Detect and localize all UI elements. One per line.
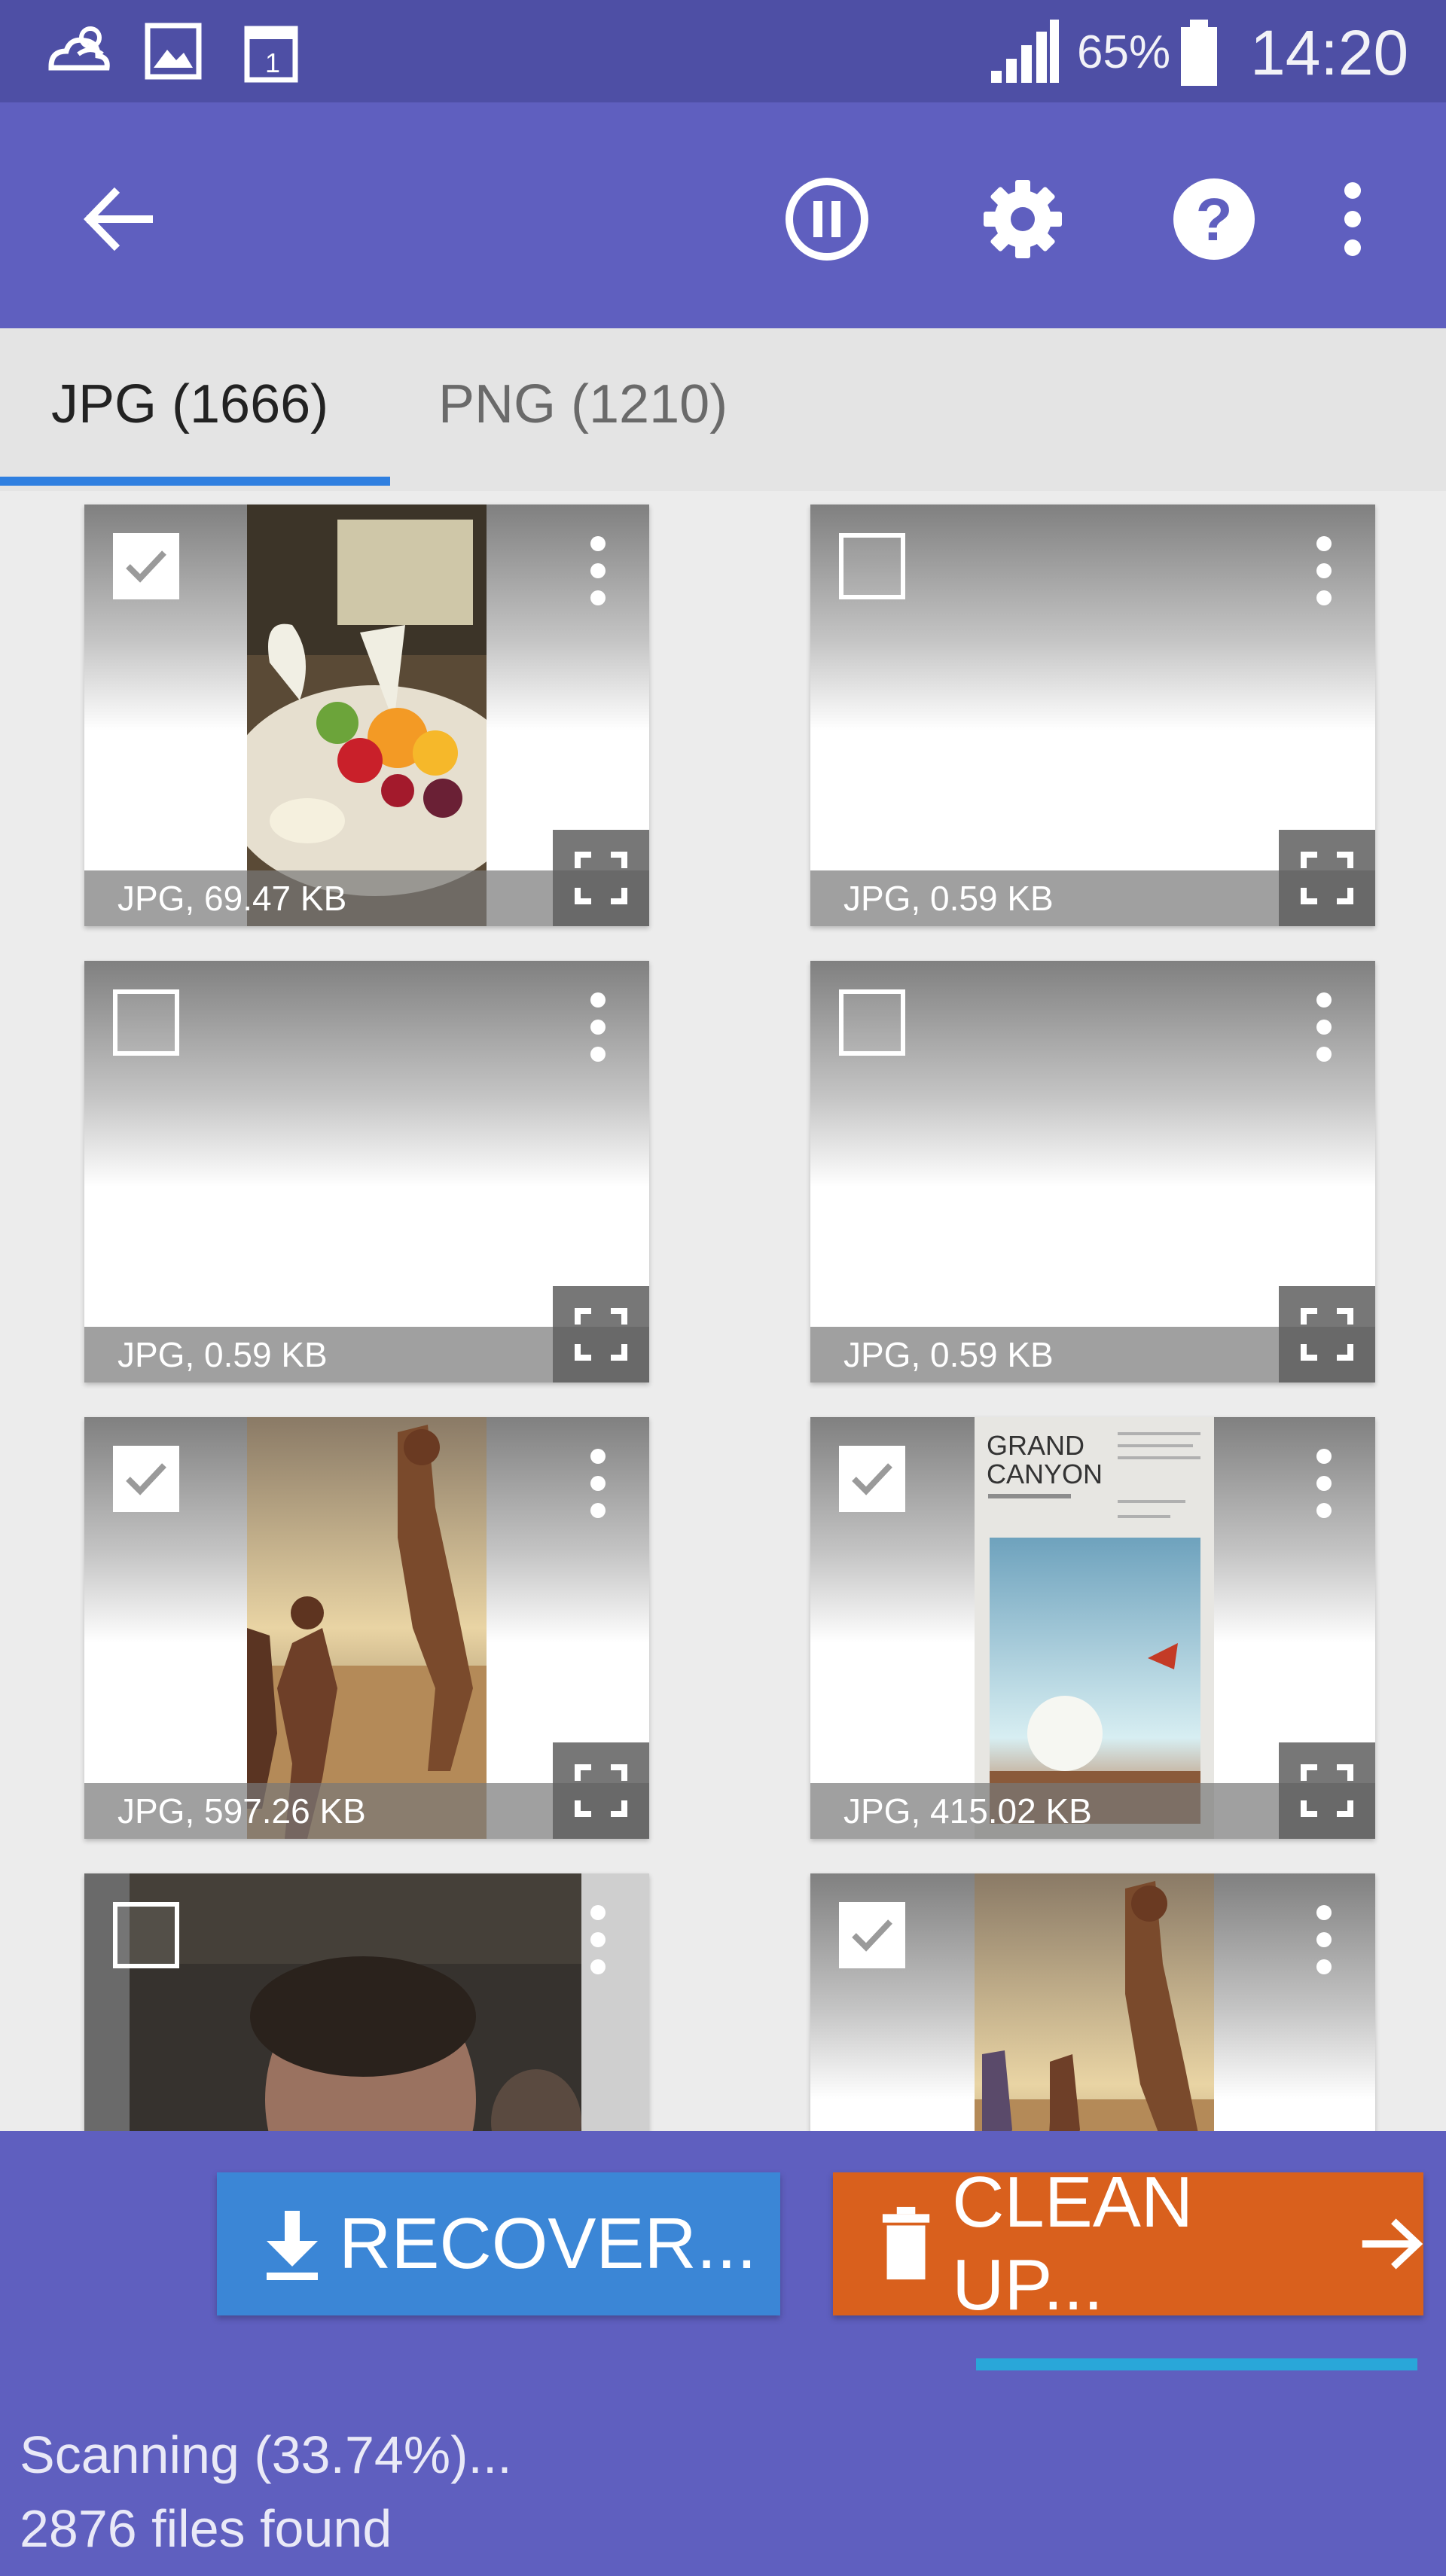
fullscreen-icon — [1301, 852, 1353, 904]
fullscreen-icon — [1301, 1308, 1353, 1361]
svg-text:?: ? — [1196, 186, 1233, 253]
back-button[interactable] — [72, 174, 163, 264]
fullscreen-button[interactable] — [1279, 1286, 1375, 1383]
tab-jpg[interactable]: JPG (1666) — [51, 373, 328, 435]
file-card[interactable]: JPG, 0.59 KB — [810, 961, 1375, 1383]
card-menu-icon[interactable] — [1309, 1446, 1339, 1521]
pause-button[interactable] — [782, 174, 872, 264]
fullscreen-button[interactable] — [553, 830, 649, 926]
select-checkbox[interactable] — [839, 989, 905, 1056]
recover-button[interactable]: RECOVER... — [217, 2172, 780, 2315]
card-menu-icon[interactable] — [1309, 533, 1339, 608]
fullscreen-button[interactable] — [553, 1742, 649, 1839]
fullscreen-button[interactable] — [1279, 830, 1375, 926]
checkmark-icon — [126, 1463, 166, 1495]
settings-button[interactable] — [978, 174, 1068, 264]
download-icon — [267, 2211, 318, 2280]
recover-label: RECOVER... — [339, 2203, 757, 2284]
select-checkbox[interactable] — [113, 989, 179, 1056]
card-menu-icon[interactable] — [583, 1446, 613, 1521]
file-label: JPG, 0.59 KB — [844, 879, 1054, 918]
clean-up-button[interactable]: CLEAN UP... — [833, 2162, 1423, 2325]
signal-icon — [991, 20, 1059, 83]
tab-indicator — [0, 477, 390, 486]
image-icon — [145, 23, 202, 80]
overflow-menu-button[interactable] — [1315, 174, 1390, 264]
help-icon: ? — [1173, 178, 1255, 260]
file-card[interactable] — [84, 1873, 649, 2131]
status-bar: 1 65% 14:20 — [0, 0, 1446, 102]
file-card[interactable]: GRAND CANYON JPG, 415.02 KB — [810, 1417, 1375, 1839]
fullscreen-icon — [575, 1308, 627, 1361]
file-label: JPG, 69.47 KB — [117, 879, 347, 918]
battery-percent: 65% — [1077, 26, 1171, 78]
file-thumbnail — [247, 1417, 487, 1839]
file-label: JPG, 0.59 KB — [844, 1335, 1054, 1374]
cloud-person-icon — [48, 26, 110, 71]
tab-png[interactable]: PNG (1210) — [438, 373, 728, 435]
files-found: 2876 files found — [20, 2499, 392, 2558]
file-label: JPG, 0.59 KB — [117, 1335, 328, 1374]
select-checkbox[interactable] — [113, 1902, 179, 1968]
file-thumbnail — [975, 1873, 1214, 2131]
clock: 14:20 — [1250, 17, 1409, 88]
checkmark-icon — [852, 1463, 892, 1495]
arrow-right-icon — [1362, 2218, 1423, 2270]
more-vert-icon — [1344, 182, 1361, 256]
battery-icon — [1181, 20, 1217, 86]
fullscreen-icon — [575, 852, 627, 904]
scan-progress-indicator — [976, 2358, 1417, 2370]
back-arrow-icon — [84, 187, 153, 252]
file-thumbnail — [247, 505, 487, 926]
card-menu-icon[interactable] — [1309, 989, 1339, 1065]
select-checkbox[interactable] — [113, 533, 179, 599]
checkmark-icon — [126, 550, 166, 583]
file-label: JPG, 415.02 KB — [844, 1791, 1092, 1831]
file-grid: JPG, 69.47 KB JPG, 0.59 KB JPG, 0.59 KB … — [0, 491, 1446, 2131]
fullscreen-button[interactable] — [1279, 1742, 1375, 1839]
trash-icon — [882, 2206, 930, 2280]
file-card[interactable] — [810, 1873, 1375, 2131]
select-checkbox[interactable] — [839, 1446, 905, 1512]
checkmark-icon — [852, 1919, 892, 1952]
file-card[interactable]: JPG, 0.59 KB — [810, 505, 1375, 926]
scan-status: Scanning (33.74%)... — [20, 2425, 512, 2484]
clean-up-label: CLEAN UP... — [952, 2162, 1194, 2325]
select-checkbox[interactable] — [839, 533, 905, 599]
canyon-title-line1: GRAND — [987, 1430, 1084, 1461]
fullscreen-icon — [1301, 1764, 1353, 1817]
calendar-icon: 1 — [244, 26, 298, 83]
fullscreen-button[interactable] — [553, 1286, 649, 1383]
card-menu-icon[interactable] — [1309, 1902, 1339, 1977]
file-card[interactable]: JPG, 69.47 KB — [84, 505, 649, 926]
select-checkbox[interactable] — [839, 1902, 905, 1968]
app-bar: ? — [0, 102, 1446, 328]
card-menu-icon[interactable] — [583, 533, 613, 608]
file-thumbnail: GRAND CANYON — [975, 1417, 1214, 1839]
select-checkbox[interactable] — [113, 1446, 179, 1512]
canyon-title-line2: CANYON — [987, 1459, 1103, 1489]
card-menu-icon[interactable] — [583, 989, 613, 1065]
fullscreen-icon — [575, 1764, 627, 1817]
file-label: JPG, 597.26 KB — [117, 1791, 366, 1831]
file-card[interactable]: JPG, 0.59 KB — [84, 961, 649, 1383]
file-card[interactable]: JPG, 597.26 KB — [84, 1417, 649, 1839]
svg-text:1: 1 — [265, 47, 280, 78]
help-button[interactable]: ? — [1169, 174, 1259, 264]
gear-icon — [984, 180, 1062, 258]
card-menu-icon[interactable] — [583, 1902, 613, 1977]
pause-icon — [786, 178, 868, 261]
file-type-tabs: JPG (1666) PNG (1210) — [0, 328, 1446, 491]
